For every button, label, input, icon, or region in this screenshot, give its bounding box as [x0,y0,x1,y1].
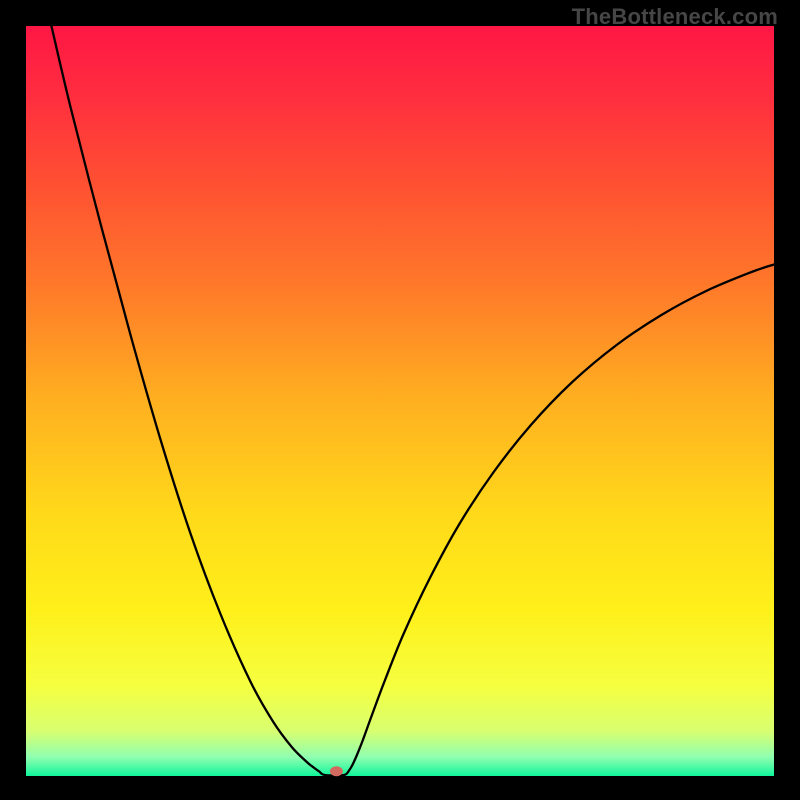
optimal-point-marker [330,766,343,776]
bottleneck-chart [0,0,800,800]
watermark-text: TheBottleneck.com [572,4,778,30]
chart-gradient-bg [26,26,774,776]
